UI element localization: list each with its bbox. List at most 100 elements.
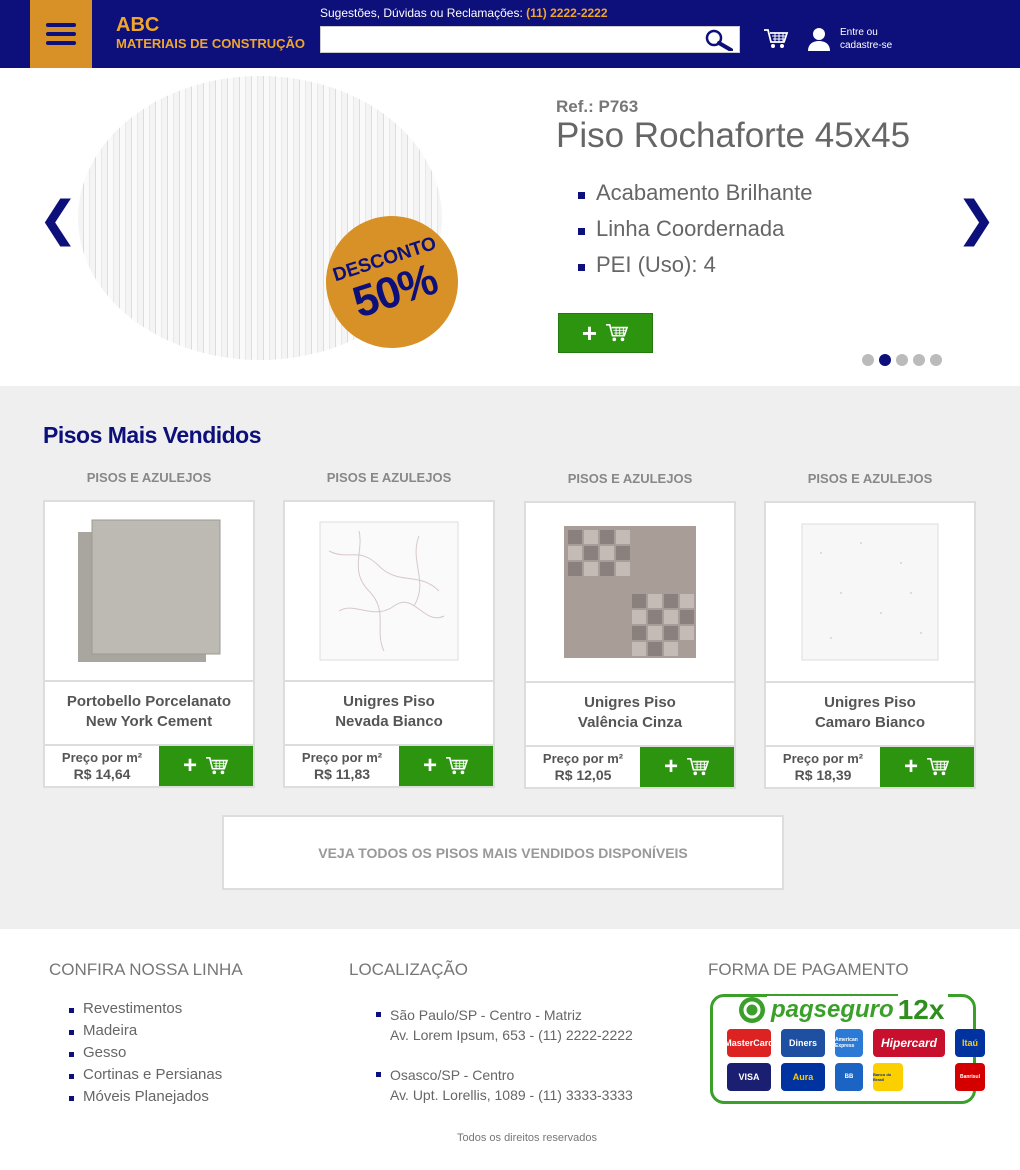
product-thumbnail[interactable]	[766, 503, 974, 683]
footer-line-list: Revestimentos Madeira Gesso Cortinas e P…	[69, 1000, 222, 1110]
footer-link[interactable]: Revestimentos	[69, 1000, 222, 1022]
cart-icon[interactable]	[763, 28, 789, 55]
product-name[interactable]: Unigres Piso Nevada Bianco	[285, 682, 493, 746]
product-name-line1: Portobello Porcelanato	[66, 693, 232, 710]
product-price: Preço por m² R$ 11,83	[285, 746, 399, 786]
contact-label: Sugestões, Dúvidas ou Reclamações:	[320, 6, 523, 20]
slider-dot[interactable]	[862, 354, 874, 366]
login-link[interactable]: Entre ou cadastre-se	[808, 26, 910, 52]
location-line2: Av. Lorem Ipsum, 653 - (11) 2222-2222	[390, 1027, 633, 1043]
footer-link[interactable]: Cortinas e Persianas	[69, 1066, 222, 1088]
cart-icon	[446, 757, 469, 775]
bb-icon: BB	[835, 1063, 863, 1091]
price-label: Preço por m²	[61, 750, 143, 765]
location-line2: Av. Upt. Lorellis, 1089 - (11) 3333-3333	[390, 1087, 633, 1103]
pagseguro-label: pagseguro	[767, 996, 898, 1024]
product-name[interactable]: Unigres Piso Camaro Bianco	[766, 683, 974, 747]
search-icon[interactable]	[705, 29, 733, 56]
slider-dot-active[interactable]	[879, 354, 891, 366]
product-name-line2: New York Cement	[85, 713, 213, 730]
product-name-line1: Unigres Piso	[343, 693, 435, 710]
product-name-line2: Nevada Bianco	[335, 713, 443, 730]
product-card: PISOS E AZULEJOS Unigres Piso Nevada Bia…	[283, 470, 495, 788]
location-line1: São Paulo/SP - Centro - Matriz	[390, 1007, 582, 1023]
cart-icon	[206, 757, 229, 775]
add-to-cart-button[interactable]: +	[640, 747, 734, 787]
see-all-button[interactable]: VEJA TODOS OS PISOS MAIS VENDIDOS DISPON…	[222, 815, 784, 890]
price-value: R$ 18,39	[794, 767, 852, 783]
product-name-line2: Camaro Bianco	[814, 714, 926, 731]
product-thumbnail[interactable]	[285, 502, 493, 682]
login-label: Entre ou cadastre-se	[840, 27, 893, 51]
logo-line1: ABC	[116, 14, 160, 36]
location-line1: Osasco/SP - Centro	[390, 1067, 515, 1083]
product-card: PISOS E AZULEJOS Portobello Porcelanato …	[43, 470, 255, 788]
price-label: Preço por m²	[301, 750, 383, 765]
slider-dot[interactable]	[913, 354, 925, 366]
product-card: PISOS E AZULEJOS Unigres Piso Camaro Bia…	[764, 471, 976, 789]
mastercard-icon: MasterCard	[724, 1029, 774, 1057]
search-bar	[320, 26, 740, 53]
footer-link[interactable]: Madeira	[69, 1022, 222, 1044]
price-value: R$ 14,64	[73, 766, 131, 782]
installments-label: 12x	[897, 994, 949, 1026]
price-value: R$ 12,05	[554, 767, 612, 783]
amex-icon: American Express	[835, 1029, 863, 1057]
feature-item: Linha Coordernada	[578, 216, 812, 252]
product-name-line1: Unigres Piso	[584, 694, 676, 711]
plus-label: +	[422, 752, 437, 779]
product-name[interactable]: Portobello Porcelanato New York Cement	[45, 682, 253, 746]
hamburger-icon-bar	[46, 32, 76, 36]
header: ABC MATERIAIS DE CONSTRUÇÃO Sugestões, D…	[0, 0, 1020, 68]
product-price: Preço por m² R$ 14,64	[45, 746, 159, 786]
plus-label: +	[663, 753, 678, 780]
pagseguro-logo-icon	[739, 997, 765, 1023]
add-to-cart-button[interactable]: +	[159, 746, 253, 786]
logo[interactable]: ABC MATERIAIS DE CONSTRUÇÃO	[116, 14, 305, 52]
add-to-cart-button[interactable]: +	[399, 746, 493, 786]
contact-phone: (11) 2222-2222	[526, 6, 608, 20]
footer-link[interactable]: Gesso	[69, 1044, 222, 1066]
section-title: Pisos Mais Vendidos	[43, 422, 262, 448]
prev-arrow-icon[interactable]: ❮	[38, 196, 78, 244]
search-input[interactable]	[321, 27, 701, 52]
product-card: PISOS E AZULEJOS Unigres Piso Valência C…	[524, 471, 736, 789]
menu-button[interactable]	[30, 0, 92, 68]
product-category: PISOS E AZULEJOS	[807, 471, 933, 486]
visa-icon: VISA	[727, 1063, 771, 1091]
product-category: PISOS E AZULEJOS	[326, 470, 452, 485]
product-thumbnail[interactable]	[526, 503, 734, 683]
next-arrow-icon[interactable]: ❯	[956, 196, 996, 244]
hero-add-to-cart-button[interactable]: +	[558, 313, 653, 353]
footer-location-title: LOCALIZAÇÃO	[349, 960, 469, 979]
slider-dot[interactable]	[896, 354, 908, 366]
product-thumbnail[interactable]	[45, 502, 253, 682]
plus-label: +	[182, 752, 197, 779]
feature-list: Acabamento Brilhante Linha Coordernada P…	[578, 180, 812, 288]
product-name[interactable]: Unigres Piso Valência Cinza	[526, 683, 734, 747]
card-brands: MasterCard Diners American Express Hiper…	[724, 1029, 985, 1091]
hamburger-icon-bar	[46, 41, 76, 45]
price-label: Preço por m²	[782, 751, 864, 766]
product-title: Piso Rochaforte 45x45	[556, 116, 911, 155]
footer-link[interactable]: Móveis Planejados	[69, 1088, 222, 1110]
user-icon	[808, 28, 830, 51]
price-label: Preço por m²	[542, 751, 624, 766]
cart-icon	[927, 758, 950, 776]
plus-label: +	[903, 753, 918, 780]
product-price: Preço por m² R$ 18,39	[766, 747, 880, 787]
add-to-cart-button[interactable]: +	[880, 747, 974, 787]
slider-dot[interactable]	[930, 354, 942, 366]
cart-icon	[687, 758, 710, 776]
location-item: Osasco/SP - Centro Av. Upt. Lorellis, 10…	[376, 1065, 633, 1105]
footer-line-title: CONFIRA NOSSA LINHA	[49, 960, 243, 979]
product-name-line1: Unigres Piso	[824, 694, 916, 711]
diners-icon: Diners	[781, 1029, 825, 1057]
hipercard-icon: Hipercard	[873, 1029, 945, 1057]
contact-info: Sugestões, Dúvidas ou Reclamações: (11) …	[320, 6, 608, 20]
hamburger-icon-bar	[46, 23, 76, 27]
banrisul-icon: Banrisul	[955, 1063, 985, 1091]
product-category: PISOS E AZULEJOS	[567, 471, 693, 486]
product-ref: Ref.: P763	[556, 97, 639, 116]
price-value: R$ 11,83	[313, 766, 371, 782]
